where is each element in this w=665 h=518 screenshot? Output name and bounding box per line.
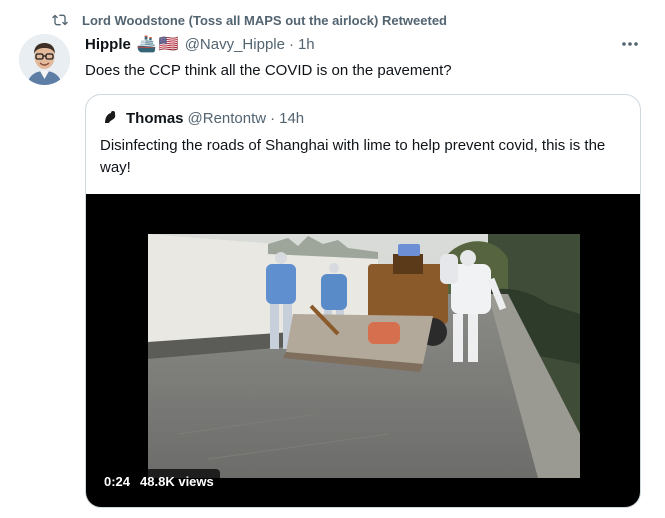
tweet-time[interactable]: 1h [298, 36, 315, 53]
retweet-icon [52, 14, 68, 26]
tweet-header: Hipple 🚢 🇺🇸 @Navy_Hipple · 1h [85, 34, 315, 54]
video-duration: 0:24 [104, 473, 131, 489]
quoted-author-handle: @Rentontw [187, 109, 267, 127]
quoted-author-name: Thomas [126, 109, 184, 127]
tweet-text: Does the CCP think all the COVID is on t… [85, 62, 452, 79]
author-avatar[interactable] [19, 34, 70, 85]
quoted-tweet-time: 14h [279, 109, 305, 127]
us-flag-emoji: 🇺🇸 [158, 36, 179, 53]
quoted-tweet-text: Disinfecting the roads of Shanghai with … [100, 137, 606, 176]
video-views: 48.8K views [140, 473, 214, 489]
retweet-context[interactable]: Lord Woodstone (Toss all MAPS out the ai… [52, 11, 447, 29]
quoted-author-avatar [100, 108, 120, 128]
video-frame [148, 234, 580, 478]
separator-dot: · [288, 35, 294, 53]
quoted-tweet[interactable]: Thomas @Rentontw · 14h Disinfecting the … [85, 94, 641, 508]
author-handle[interactable]: @Navy_Hipple [185, 36, 285, 53]
video-player[interactable]: 0:24 48.8K views [86, 194, 640, 507]
ship-emoji: 🚢 [136, 36, 157, 53]
more-icon[interactable] [620, 36, 640, 52]
quoted-separator-dot: · [270, 109, 276, 127]
author-name[interactable]: Hipple [85, 36, 131, 53]
retweet-label: Lord Woodstone (Toss all MAPS out the ai… [82, 12, 447, 28]
quoted-tweet-header: Thomas @Rentontw · 14h [100, 107, 304, 129]
video-info-badge: 0:24 48.8K views [98, 469, 220, 493]
